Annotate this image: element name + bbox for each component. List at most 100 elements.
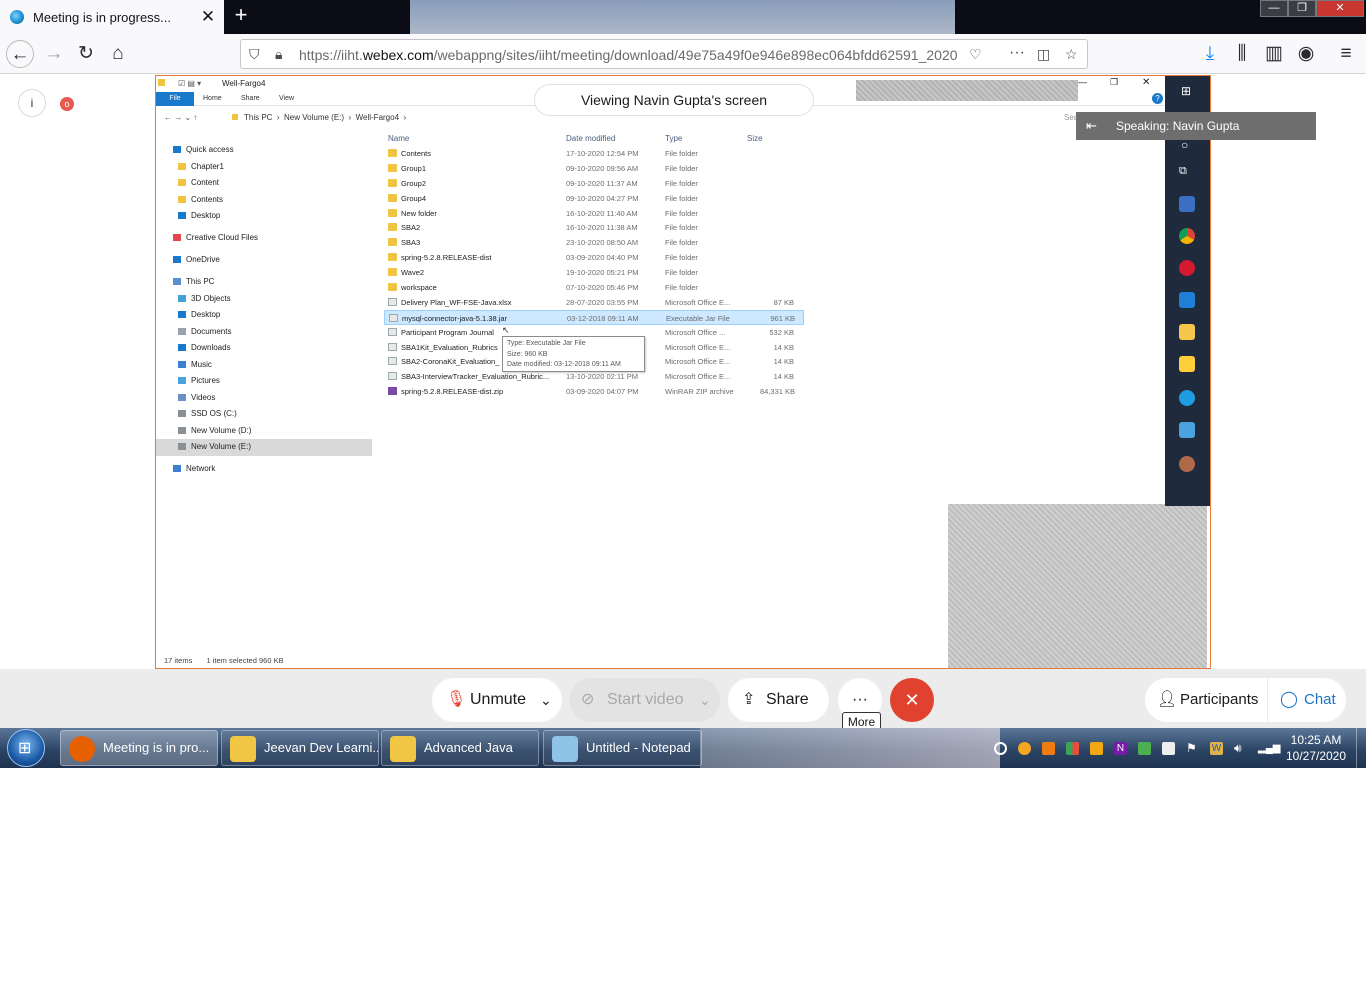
restore-button[interactable]: ❐	[1288, 0, 1316, 17]
share-button[interactable]: ⇪ Share	[728, 678, 829, 722]
tray-check-icon[interactable]	[1138, 742, 1151, 755]
tray-clipboard-icon[interactable]	[1162, 742, 1175, 755]
sidebar-icon[interactable]: ▥	[1260, 40, 1288, 68]
nav-item[interactable]: Chapter1	[156, 159, 372, 176]
url-text[interactable]: https://iiht.webex.com/webappng/sites/ii…	[299, 47, 959, 63]
nav-item[interactable]: Music	[156, 357, 372, 374]
url-bar[interactable]: ⛉ 🔒︎ https://iiht.webex.com/webappng/sit…	[240, 39, 1088, 69]
folder-icon	[388, 238, 397, 247]
wallpaper-strip	[410, 0, 955, 34]
file-row[interactable]: Group4 09-10-2020 04:27 PM File folder	[384, 191, 804, 206]
audio-options-chevron-icon[interactable]: ⌄	[540, 678, 552, 722]
account-icon[interactable]: ◉	[1292, 40, 1320, 68]
taskbar-button[interactable]: Untitled - Notepad	[543, 730, 702, 766]
nav-item[interactable]: This PC	[156, 274, 372, 291]
tray-volume-icon[interactable]: 🔊︎	[1234, 742, 1247, 755]
nav-item[interactable]: Creative Cloud Files	[156, 230, 372, 247]
bookmark-star-icon[interactable]: ☆	[1065, 46, 1078, 63]
file-name: SBA2-CoronaKit_Evaluation_	[401, 357, 500, 367]
shared-taskbar-panel: ⊞ ○ ⧉	[1165, 76, 1210, 506]
nav-item[interactable]: New Volume (E:)	[156, 439, 372, 456]
file-row[interactable]: New folder 16-10-2020 11:40 AM File folder	[384, 206, 804, 221]
nav-item-label: Quick access	[186, 145, 234, 154]
nav-item[interactable]: Contents	[156, 192, 372, 209]
file-row[interactable]: Group2 09-10-2020 11:37 AM File folder	[384, 176, 804, 191]
file-row[interactable]: Group1 09-10-2020 09:56 AM File folder	[384, 161, 804, 176]
tray-app-icon[interactable]	[1042, 742, 1055, 755]
page-actions-icon[interactable]: ···	[1009, 44, 1025, 62]
menu-icon[interactable]: ≡	[1332, 40, 1360, 68]
tray-word-icon[interactable]: W	[1210, 742, 1223, 755]
taskbar-clock[interactable]: 10:25 AM 10/27/2020	[1276, 732, 1356, 764]
meeting-controls-bar: 🎙︎ Unmute ⌄ ⊘ Start video ⌄ ⇪ Share ··· …	[0, 669, 1366, 729]
lock-icon[interactable]: 🔒︎	[275, 46, 282, 63]
file-icon	[389, 313, 398, 322]
nav-item[interactable]: 3D Objects	[156, 291, 372, 308]
unmute-button[interactable]: 🎙︎ Unmute ⌄	[432, 678, 562, 722]
file-row[interactable]: spring-5.2.8.RELEASE-dist.zip 03-09-2020 …	[384, 384, 804, 399]
tray-sync-icon[interactable]	[994, 742, 1007, 755]
close-window-button[interactable]: ✕	[1316, 0, 1364, 17]
forward-arrow-icon[interactable]: →	[40, 40, 68, 68]
end-meeting-button[interactable]: ✕	[890, 678, 934, 722]
file-name: SBA2	[401, 223, 421, 233]
taskbar-button[interactable]: Advanced Java	[381, 730, 539, 766]
file-row[interactable]: workspace 07-10-2020 05:46 PM File folder	[384, 280, 804, 295]
nav-item[interactable]: New Volume (D:)	[156, 423, 372, 440]
back-arrow-icon[interactable]: ←	[6, 40, 34, 68]
taskbar-button[interactable]: Meeting is in pro...	[60, 730, 218, 766]
tab-close-icon[interactable]: ✕	[196, 7, 220, 27]
library-icon[interactable]: ⫼	[1228, 40, 1256, 68]
show-desktop-button[interactable]	[1356, 728, 1366, 768]
new-tab-button[interactable]: +	[230, 3, 252, 29]
home-icon[interactable]: ⌂	[104, 40, 132, 68]
nav-item[interactable]: OneDrive	[156, 252, 372, 269]
start-button[interactable]: ⊞	[7, 729, 45, 767]
nav-item[interactable]: Downloads	[156, 340, 372, 357]
file-tooltip: Type: Executable Jar File Size: 960 KB D…	[502, 336, 645, 372]
chat-button[interactable]: ◯ Chat	[1268, 678, 1346, 722]
tray-flag-icon[interactable]: ⚑	[1186, 742, 1199, 755]
file-row[interactable]: Contents 17-10-2020 12:54 PM File folder	[384, 146, 804, 161]
file-type: Executable Jar File	[666, 313, 730, 323]
download-icon[interactable]: ⤓	[1196, 40, 1224, 68]
nav-item[interactable]: Desktop	[156, 307, 372, 324]
nav-item[interactable]: Content	[156, 175, 372, 192]
video-options-chevron-icon[interactable]: ⌄	[699, 678, 711, 722]
tray-powerpoint-icon[interactable]	[1090, 742, 1103, 755]
nav-item[interactable]: SSD OS (C:)	[156, 406, 372, 423]
file-row[interactable]: Wave2 19-10-2020 05:21 PM File folder	[384, 265, 804, 280]
tray-orange-icon[interactable]	[1018, 742, 1031, 755]
file-type: WinRAR ZIP archive	[665, 387, 734, 397]
tray-office-icon[interactable]	[1066, 742, 1079, 755]
firefox-icon	[69, 736, 95, 762]
file-name: New folder	[401, 208, 437, 218]
collapse-arrow-icon[interactable]: ⇤	[1086, 112, 1097, 140]
tray-onenote-icon[interactable]: N	[1114, 742, 1127, 755]
nav-item[interactable]: Documents	[156, 324, 372, 341]
taskbar-button[interactable]: Jeevan Dev Learni...	[221, 730, 379, 766]
speaking-indicator[interactable]: ⇤ Speaking: Navin Gupta	[1076, 112, 1316, 140]
tray-network-icon[interactable]: ▂▄▆	[1258, 742, 1280, 755]
shield-icon[interactable]: ⛉	[249, 46, 260, 63]
file-row[interactable]: SBA3 23-10-2020 08:50 AM File folder	[384, 235, 804, 250]
nav-item[interactable]: Videos	[156, 390, 372, 407]
file-row[interactable]: spring-5.2.8.RELEASE-dist 03-09-2020 04:4…	[384, 250, 804, 265]
meeting-info-icon[interactable]: i	[18, 89, 46, 117]
nav-item[interactable]: Quick access	[156, 142, 372, 159]
minimize-button[interactable]: —	[1260, 0, 1288, 17]
start-video-button[interactable]: ⊘ Start video ⌄	[569, 678, 720, 722]
file-row[interactable]: SBA2 16-10-2020 11:38 AM File folder	[384, 220, 804, 235]
reload-icon[interactable]: ↻	[72, 40, 100, 68]
pocket-icon[interactable]: ◫	[1037, 46, 1050, 63]
browser-tab[interactable]: Meeting is in progress... ✕	[0, 0, 224, 34]
nav-item[interactable]: Desktop	[156, 208, 372, 225]
lightbulb-icon[interactable]: ♡	[969, 46, 982, 63]
column-type-header: Type	[665, 134, 683, 143]
file-row[interactable]: mysql-connector-java-5.1.38.jar 03-12-201…	[384, 309, 804, 325]
nav-item[interactable]: Network	[156, 461, 372, 478]
file-row[interactable]: Delivery Plan_WF-FSE-Java.xlsx 28-07-2020…	[384, 295, 804, 310]
participants-button[interactable]: 👤︎ Participants	[1145, 678, 1267, 722]
nav-item[interactable]: Pictures	[156, 373, 372, 390]
shared-screen: ☑ ▤ ▾ Well-Fargo4 — ❐ ✕ File Home Share …	[155, 75, 1211, 669]
